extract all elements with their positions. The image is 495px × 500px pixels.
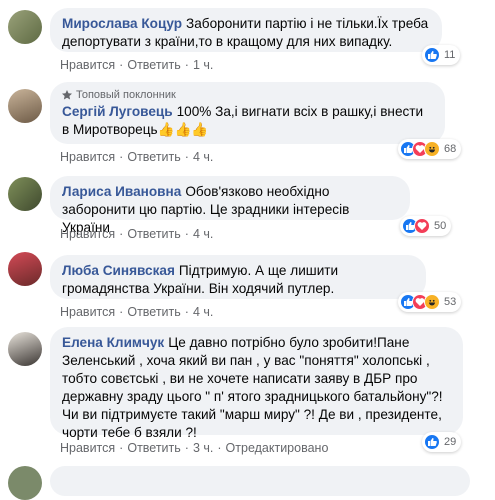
reactions-summary[interactable]: 50 [400, 216, 452, 236]
comment-bubble [50, 466, 470, 496]
reaction-count: 53 [444, 296, 457, 308]
separator-dot: · [119, 441, 124, 455]
comment-bubble: Люба Синявская Підтримую. А ще лишити гро… [50, 255, 426, 299]
comment-actions: Нравится · Ответить · 4 ч. [60, 305, 213, 319]
separator-dot: · [119, 150, 124, 164]
avatar[interactable] [8, 177, 42, 211]
comment-bubble: Мирослава Коцур Заборонити партію і не ті… [50, 8, 442, 52]
separator-dot: · [184, 58, 189, 72]
like-link[interactable]: Нравится [60, 150, 115, 164]
reactions-summary[interactable]: 11 [422, 45, 461, 65]
separator-dot: · [217, 441, 222, 455]
top-fan-icon [62, 90, 72, 100]
reactions-summary[interactable]: 29 [422, 432, 462, 452]
avatar[interactable] [8, 252, 42, 286]
comment-text: Це давно потрібно було зробити!Пане Зеле… [62, 335, 443, 440]
separator-dot: · [184, 441, 189, 455]
reaction-count: 29 [444, 436, 457, 448]
comment-time[interactable]: 1 ч. [193, 58, 213, 72]
comment-author[interactable]: Люба Синявская [62, 263, 175, 278]
reaction-count: 68 [444, 143, 457, 155]
avatar[interactable] [8, 466, 42, 500]
haha-icon [424, 141, 440, 157]
badge-label: Топовый поклонник [76, 89, 176, 101]
edited-label[interactable]: Отредактировано [226, 441, 329, 455]
separator-dot: · [119, 227, 124, 241]
comment-author[interactable]: Лариса Ивановна [62, 184, 181, 199]
like-link[interactable]: Нравится [60, 305, 115, 319]
like-link[interactable]: Нравится [60, 227, 115, 241]
reply-link[interactable]: Ответить [127, 441, 180, 455]
top-fan-badge: Топовый поклонник [62, 88, 433, 102]
separator-dot: · [119, 305, 124, 319]
separator-dot: · [119, 58, 124, 72]
reply-link[interactable]: Ответить [127, 305, 180, 319]
comment-bubble: Лариса Ивановна Обов'язково необхідно заб… [50, 176, 410, 235]
avatar[interactable] [8, 89, 42, 123]
reply-link[interactable]: Ответить [127, 150, 180, 164]
reactions-summary[interactable]: 53 [398, 292, 462, 312]
separator-dot: · [184, 305, 189, 319]
like-link[interactable]: Нравится [60, 58, 115, 72]
reaction-count: 50 [434, 220, 447, 232]
comment-bubble: Елена Климчук Це давно потрібно було зроб… [50, 327, 463, 440]
haha-icon [424, 294, 440, 310]
like-link[interactable]: Нравится [60, 441, 115, 455]
reply-link[interactable]: Ответить [127, 227, 180, 241]
comment-time[interactable]: 3 ч. [193, 441, 213, 455]
comment-time[interactable]: 4 ч. [193, 227, 213, 241]
comment-actions: Нравится · Ответить · 4 ч. [60, 150, 213, 164]
love-icon [414, 218, 430, 234]
comment-actions: Нравится · Ответить · 4 ч. [60, 227, 213, 241]
reactions-summary[interactable]: 68 [398, 139, 462, 159]
separator-dot: · [184, 150, 189, 164]
like-icon [424, 434, 440, 450]
comment-author[interactable]: Сергій Луговець [62, 104, 173, 119]
comment-actions: Нравится · Ответить · 1 ч. [60, 58, 213, 72]
like-icon [424, 47, 440, 63]
avatar[interactable] [8, 332, 42, 366]
comment-actions: Нравится · Ответить · 3 ч. · Отредактировано [60, 441, 328, 455]
comment-bubble: Топовый поклонник Сергій Луговець 100% За… [50, 82, 445, 144]
comment-author[interactable]: Мирослава Коцур [62, 16, 182, 31]
separator-dot: · [184, 227, 189, 241]
comment-time[interactable]: 4 ч. [193, 305, 213, 319]
avatar[interactable] [8, 10, 42, 44]
comment-author[interactable]: Елена Климчук [62, 335, 164, 350]
reply-link[interactable]: Ответить [127, 58, 180, 72]
comment-time[interactable]: 4 ч. [193, 150, 213, 164]
reaction-count: 11 [444, 49, 456, 61]
